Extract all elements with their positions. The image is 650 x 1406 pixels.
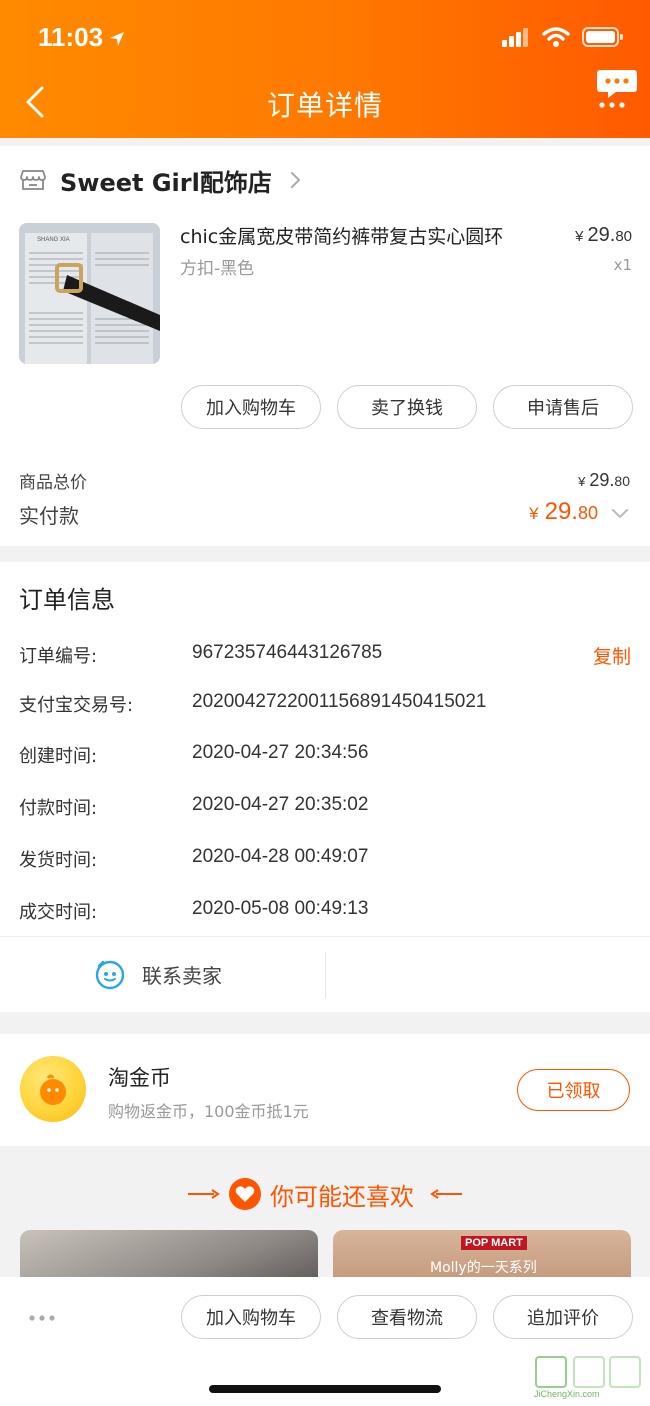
info-value: 2020-04-27 20:34:56 — [192, 742, 369, 763]
divider — [0, 936, 650, 937]
info-label: 支付宝交易号: — [19, 695, 134, 716]
info-value: 967235746443126785 — [192, 642, 383, 663]
info-label: 成交时间: — [19, 902, 98, 923]
bottom-action-bar: 加入购物车 查看物流 追加评价 JiChengXin.com — [0, 1277, 650, 1406]
resell-button[interactable]: 卖了换钱 — [337, 385, 477, 429]
paid-time-row: 付款时间: 2020-04-27 20:35:02 — [19, 794, 631, 824]
header: 11:03 订单详情 — [0, 0, 650, 138]
currency-symbol: ¥ — [529, 504, 539, 523]
paid-amount-value: ¥29.80 — [529, 498, 598, 526]
paid-main: 29. — [544, 498, 578, 525]
info-value: 2020-05-08 00:49:13 — [192, 898, 369, 919]
total-price-value: ¥29.80 — [578, 470, 630, 491]
more-icon[interactable] — [28, 1313, 58, 1323]
location-arrow-icon — [110, 32, 124, 46]
recommend-header: 你可能还喜欢 — [0, 1172, 650, 1216]
tao-coin-desc: 购物返金币，100金币抵1元 — [108, 1102, 309, 1121]
product-image[interactable]: SHANG XIA — [19, 223, 160, 364]
completed-time-row: 成交时间: 2020-05-08 00:49:13 — [19, 898, 631, 928]
info-label: 订单编号: — [19, 646, 98, 667]
right-arrow-decoration — [430, 1189, 462, 1199]
info-value: 2020-04-27 20:35:02 — [192, 794, 369, 815]
order-item-card: Sweet Girl配饰店 SHANG XIA chic金属宽皮带简约裤带复古实… — [0, 146, 650, 546]
watermark-logo: JiChengXin.com — [534, 1356, 641, 1399]
wifi-icon — [542, 27, 570, 47]
currency-symbol: ¥ — [575, 228, 584, 245]
product-title[interactable]: chic金属宽皮带简约裤带复古实心圆环 — [180, 222, 503, 249]
watermark-text: JiChengXin.com — [534, 1389, 600, 1399]
paid-amount-label: 实付款 — [19, 504, 79, 528]
product-spec: 方扣-黑色 — [180, 259, 255, 279]
coin-mascot-icon — [40, 1074, 66, 1105]
heart-icon — [229, 1178, 261, 1210]
home-indicator — [209, 1385, 441, 1393]
add-to-cart-button[interactable]: 加入购物车 — [181, 385, 321, 429]
status-bar: 11:03 — [0, 0, 650, 76]
chat-bubble-icon[interactable] — [596, 66, 638, 110]
product-quantity: x1 — [613, 256, 632, 274]
tao-coin-icon — [20, 1056, 86, 1122]
seller-chat-icon — [95, 960, 125, 990]
order-number-row: 订单编号: 967235746443126785 复制 — [19, 642, 631, 672]
total-price-label: 商品总价 — [19, 473, 87, 493]
paid-cents: 80 — [577, 503, 598, 523]
chevron-right-icon — [290, 172, 301, 188]
after-sale-button[interactable]: 申请售后 — [493, 385, 633, 429]
info-label: 付款时间: — [19, 798, 98, 819]
info-value: 2020042722001156891450415021 — [192, 691, 487, 712]
shop-name: Sweet Girl配饰店 — [60, 168, 272, 197]
created-time-row: 创建时间: 2020-04-27 20:34:56 — [19, 742, 631, 772]
left-arrow-decoration — [188, 1189, 220, 1199]
signal-icon — [502, 28, 528, 47]
contact-seller-label: 联系卖家 — [142, 963, 222, 988]
view-logistics-button[interactable]: 查看物流 — [337, 1295, 477, 1339]
recommend-title: 你可能还喜欢 — [270, 1182, 414, 1211]
vertical-divider — [325, 952, 326, 998]
coin-claimed-button[interactable]: 已领取 — [517, 1069, 630, 1111]
bottom-add-to-cart-button[interactable]: 加入购物车 — [181, 1295, 321, 1339]
info-label: 创建时间: — [19, 746, 98, 767]
shop-icon — [20, 170, 46, 190]
brand-tag: POP MART — [461, 1236, 527, 1250]
info-label: 发货时间: — [19, 850, 98, 871]
currency-symbol: ¥ — [578, 474, 586, 489]
price-main: 29. — [587, 224, 616, 246]
photo-caption: SHANG XIA — [37, 237, 70, 243]
recommend-caption: Molly的一天系列 — [430, 1260, 537, 1276]
battery-icon — [582, 27, 623, 47]
copy-button[interactable]: 复制 — [593, 642, 631, 669]
status-icons — [502, 26, 624, 48]
contact-seller-button[interactable]: 联系卖家 — [94, 958, 222, 990]
info-value: 2020-04-28 00:49:07 — [192, 846, 369, 867]
status-time: 11:03 — [38, 22, 104, 52]
tao-coin-title: 淘金币 — [108, 1066, 171, 1090]
tao-coin-card: 淘金币 购物返金币，100金币抵1元 已领取 — [0, 1034, 650, 1146]
belt-photo: SHANG XIA — [19, 223, 160, 364]
add-review-button[interactable]: 追加评价 — [493, 1295, 633, 1339]
total-main: 29. — [589, 470, 615, 490]
shop-link[interactable]: Sweet Girl配饰店 — [20, 162, 308, 198]
price-cents: 80 — [615, 228, 632, 245]
order-info-title: 订单信息 — [19, 586, 115, 614]
product-price: ¥29.80 — [575, 224, 632, 247]
total-cents: 80 — [614, 473, 630, 489]
shipped-time-row: 发货时间: 2020-04-28 00:49:07 — [19, 846, 631, 876]
order-info-card: 订单信息 订单编号: 967235746443126785 复制 支付宝交易号:… — [0, 562, 650, 1012]
chevron-down-icon[interactable] — [610, 504, 630, 524]
page-title: 订单详情 — [266, 89, 383, 122]
alipay-number-row: 支付宝交易号: 2020042722001156891450415021 — [19, 691, 631, 721]
